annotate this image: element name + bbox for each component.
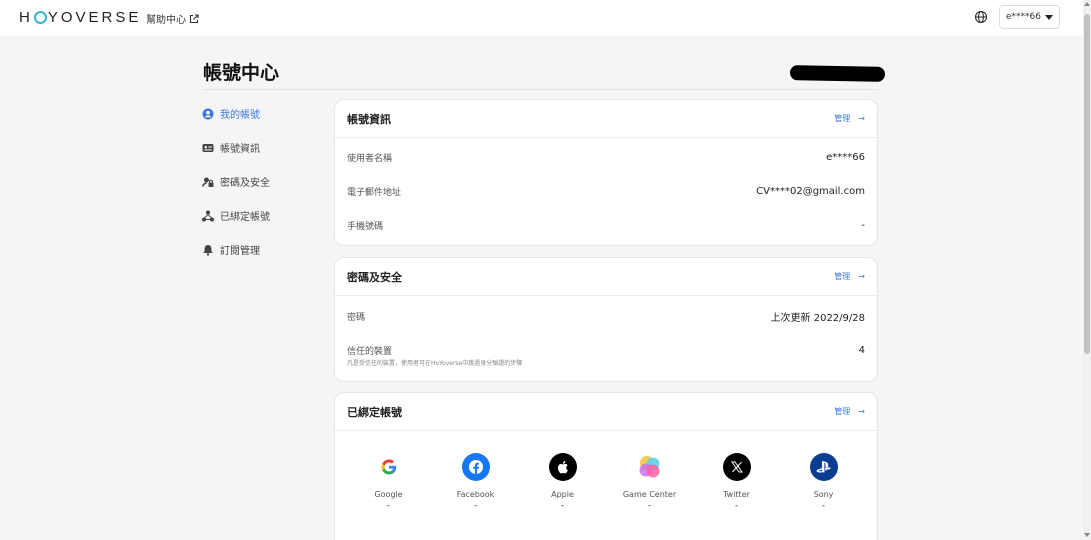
external-link-icon	[189, 13, 199, 23]
sidebar-item-label: 帳號資訊	[220, 144, 260, 155]
provider-status: -	[647, 501, 652, 511]
sidebar-item-subscriptions[interactable]: 訂閱管理	[202, 241, 270, 258]
manage-label: 管理	[834, 114, 851, 123]
help-center-label: 幫助中心	[146, 15, 186, 26]
page-title: 帳號中心	[203, 62, 280, 84]
user-menu-label: e****66	[1006, 12, 1041, 22]
logo-text-end: YOVERSE	[47, 9, 142, 26]
card-title: 帳號資訊	[347, 112, 391, 126]
manage-security-link[interactable]: 管理 →	[834, 271, 865, 282]
password-row: 密碼 上次更新 2022/9/28	[335, 299, 877, 333]
linked-providers-list: Google - Facebook - Apple - Game Center …	[335, 431, 877, 511]
provider-twitter[interactable]: Twitter -	[697, 453, 777, 511]
account-info-card: 帳號資訊 管理 → 使用者名稱 e****66 電子郵件地址 CV****02@…	[334, 99, 878, 246]
row-label: 密碼	[347, 312, 366, 323]
sidebar-item-label: 訂閱管理	[220, 246, 260, 257]
scrollbar-thumb[interactable]	[1084, 14, 1090, 354]
manage-linked-link[interactable]: 管理 →	[834, 406, 865, 417]
row-label: 手機號碼	[347, 221, 384, 232]
row-label: 信任的裝置	[347, 346, 393, 357]
provider-google[interactable]: Google -	[349, 453, 429, 511]
provider-apple[interactable]: Apple -	[523, 453, 603, 511]
provider-sony[interactable]: Sony -	[784, 453, 864, 511]
row-value: -	[861, 219, 865, 231]
top-bar: H YOVERSE 幫助中心 e****66	[0, 0, 1083, 36]
provider-name: Game Center	[622, 490, 677, 499]
provider-game-center[interactable]: Game Center -	[610, 453, 690, 511]
provider-status: -	[386, 501, 391, 511]
trusted-devices-hint: 凡是受信任的裝置，使用者可在HoYoverse中跳過身分驗證的步驟	[347, 360, 523, 367]
playstation-icon	[809, 453, 838, 481]
arrow-right-icon: →	[858, 272, 865, 281]
email-row: 電子郵件地址 CV****02@gmail.com	[335, 174, 877, 208]
google-icon	[374, 453, 403, 481]
arrow-right-icon: →	[858, 114, 865, 123]
row-value: e****66	[826, 151, 865, 163]
card-header: 已綁定帳號 管理 →	[335, 393, 877, 431]
redacted-region	[789, 65, 886, 82]
help-center-link[interactable]: 幫助中心	[146, 11, 199, 26]
title-divider	[203, 89, 878, 90]
row-label: 使用者名稱	[347, 153, 393, 164]
card-header: 密碼及安全 管理 →	[335, 258, 877, 296]
sidebar-item-my-account[interactable]: 我的帳號	[202, 105, 270, 122]
apple-icon	[548, 453, 577, 481]
manage-label: 管理	[834, 407, 851, 416]
bell-icon	[203, 244, 213, 256]
provider-name: Facebook	[456, 490, 495, 499]
hoyoverse-logo[interactable]: H YOVERSE	[19, 9, 141, 26]
arrow-right-icon: →	[858, 407, 865, 416]
x-twitter-icon	[722, 453, 751, 481]
provider-name: Twitter	[723, 490, 750, 499]
facebook-icon	[461, 453, 490, 481]
provider-name: Apple	[551, 490, 574, 499]
network-icon	[202, 210, 214, 221]
game-center-icon	[636, 453, 664, 481]
page-scrollbar[interactable]	[1083, 0, 1091, 540]
row-label: 電子郵件地址	[347, 187, 402, 198]
caret-down-icon	[1045, 14, 1053, 20]
provider-status: -	[473, 501, 478, 511]
sidebar-item-label: 密碼及安全	[220, 178, 270, 189]
logo-ring-icon	[33, 11, 47, 24]
user-menu-button[interactable]: e****66	[999, 5, 1060, 29]
security-card: 密碼及安全 管理 → 密碼 上次更新 2022/9/28 信任的裝置 4 凡是受…	[334, 257, 878, 382]
sidebar-item-account-info[interactable]: 帳號資訊	[202, 139, 270, 156]
provider-facebook[interactable]: Facebook -	[436, 453, 516, 511]
sidebar-nav: 我的帳號 帳號資訊 密碼及安全 已綁定帳號 訂閱管理	[202, 105, 270, 275]
row-value: 4	[858, 344, 865, 356]
row-value: 上次更新 2022/9/28	[770, 312, 865, 324]
linked-accounts-card: 已綁定帳號 管理 → Google - Facebook - Apple - G…	[334, 392, 878, 540]
lock-shield-icon	[202, 177, 214, 187]
sidebar-item-label: 我的帳號	[220, 110, 260, 121]
logo-text-start: H	[19, 9, 33, 26]
provider-status: -	[560, 501, 565, 511]
card-title: 密碼及安全	[347, 270, 402, 284]
provider-status: -	[821, 501, 826, 511]
phone-row: 手機號碼 -	[335, 208, 877, 242]
row-value: CV****02@gmail.com	[756, 185, 865, 197]
provider-name: Google	[374, 490, 403, 499]
scroll-up-arrow-icon[interactable]	[1084, 2, 1090, 6]
manage-label: 管理	[834, 272, 851, 281]
provider-name: Sony	[813, 490, 834, 499]
manage-account-info-link[interactable]: 管理 →	[834, 113, 865, 124]
globe-icon[interactable]	[974, 10, 988, 24]
card-header: 帳號資訊 管理 →	[335, 100, 877, 138]
provider-status: -	[734, 501, 739, 511]
sidebar-item-security[interactable]: 密碼及安全	[202, 173, 270, 190]
username-row: 使用者名稱 e****66	[335, 140, 877, 174]
sidebar-item-linked-accounts[interactable]: 已綁定帳號	[202, 207, 270, 224]
id-card-icon	[202, 143, 214, 152]
user-circle-icon	[202, 108, 214, 119]
card-title: 已綁定帳號	[347, 405, 402, 419]
sidebar-item-label: 已綁定帳號	[220, 212, 270, 223]
scroll-down-arrow-icon[interactable]	[1084, 533, 1090, 537]
